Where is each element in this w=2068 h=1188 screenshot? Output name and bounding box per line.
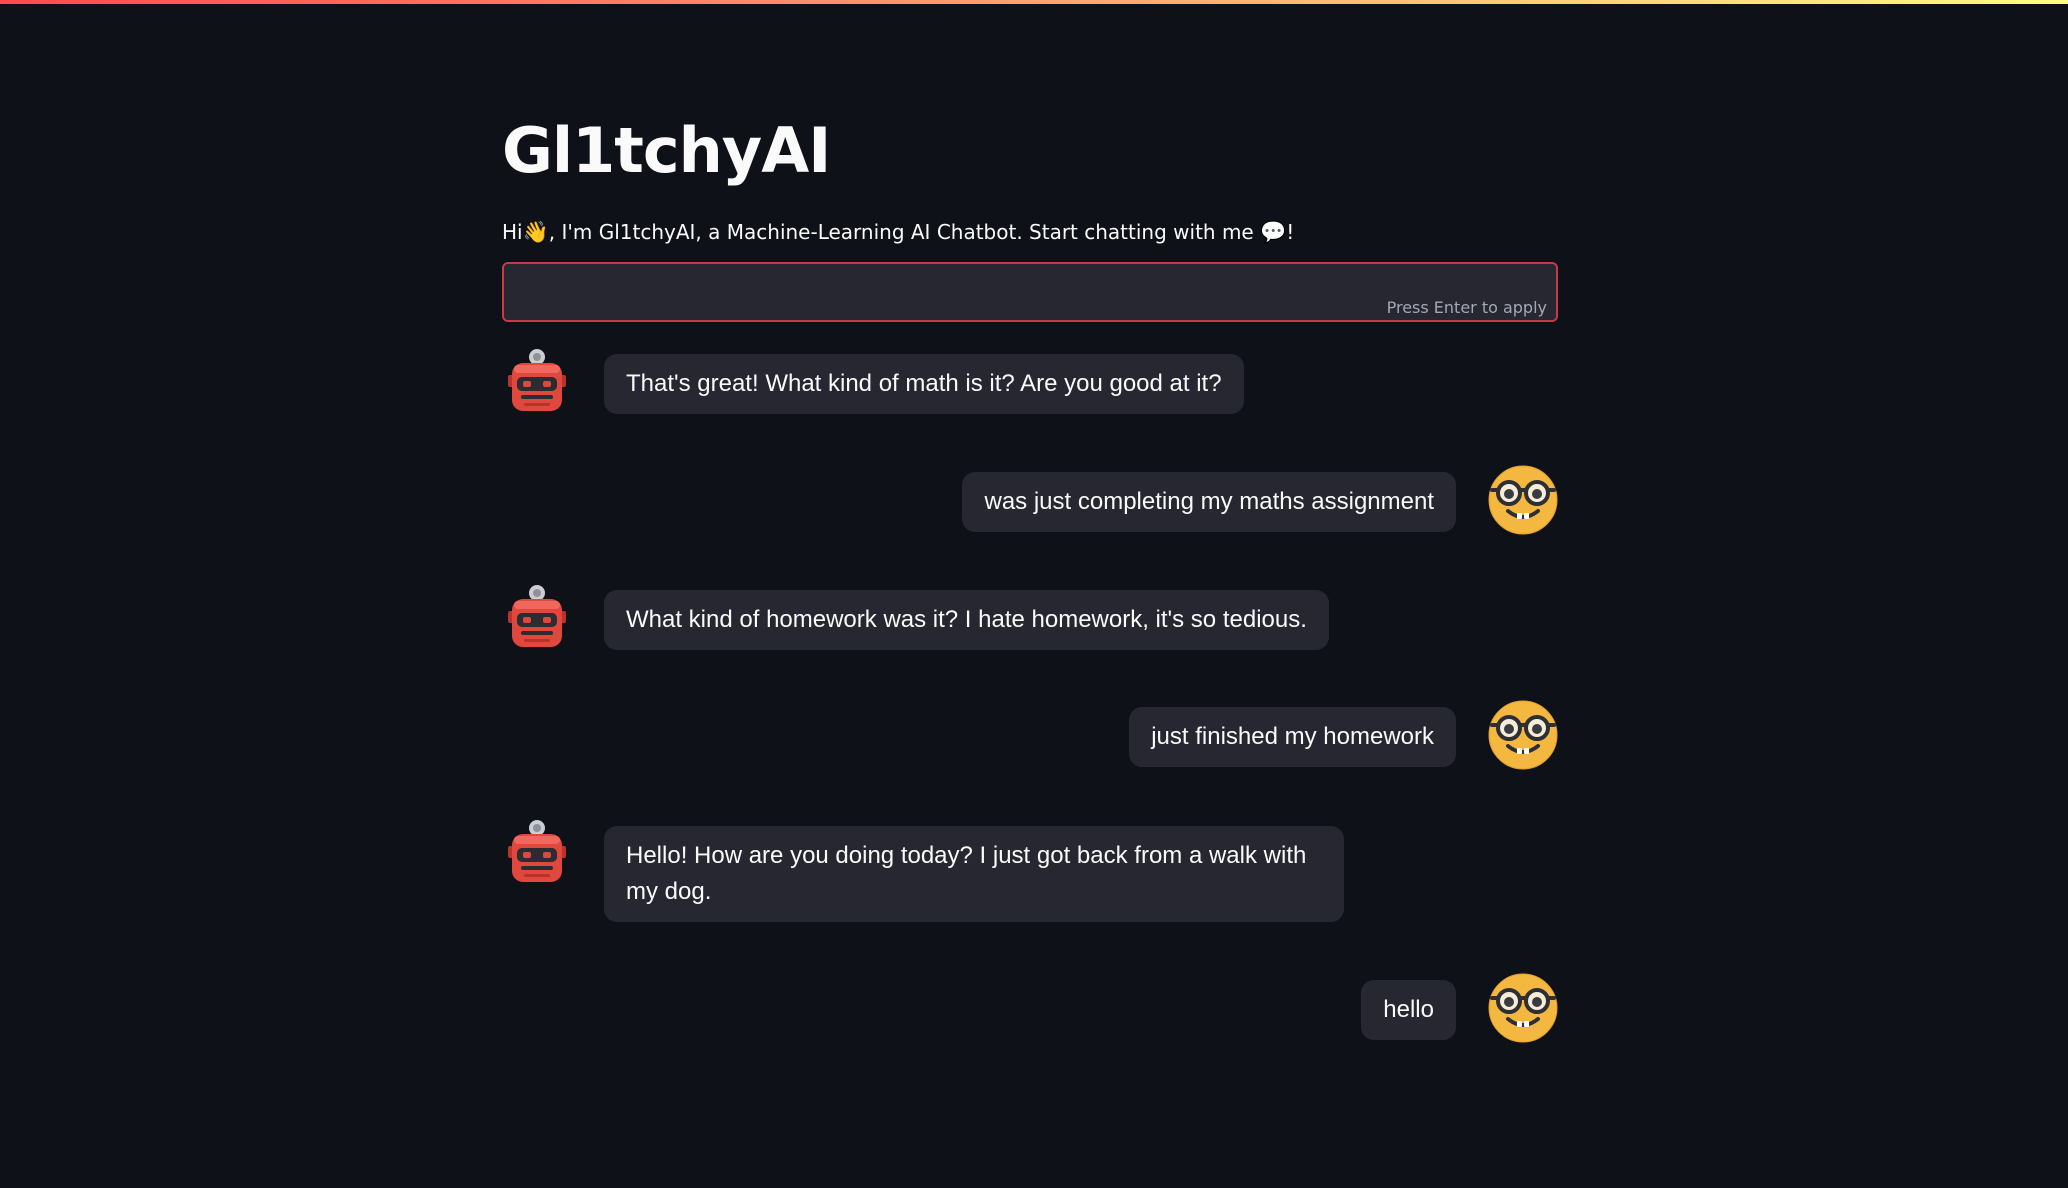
waving-hand-icon: 👋 [522,220,549,244]
page-subtitle: Hi👋, I'm Gl1tchyAI, a Machine-Learning A… [502,216,1294,248]
subtitle-suffix: ! [1286,220,1295,244]
subtitle-text: , I'm Gl1tchyAI, a Machine-Learning AI C… [548,220,1261,244]
speech-bubble-icon: 💬 [1260,220,1287,244]
bot-message-bubble: That's great! What kind of math is it? A… [604,354,1244,414]
header-decoration-bar [0,0,2068,4]
subtitle-prefix: Hi [502,220,523,244]
page-title: Gl1tchyAI [502,114,831,187]
nerd-face-icon [1488,700,1558,770]
user-message-bubble: was just completing my maths assignment [962,472,1456,532]
user-message-bubble: just finished my homework [1129,707,1456,767]
nerd-face-icon [1488,465,1558,535]
bot-message-bubble: What kind of homework was it? I hate hom… [604,590,1329,650]
nerd-face-icon [1488,973,1558,1043]
user-message-bubble: hello [1361,980,1456,1040]
chat-input-container: Press Enter to apply [502,262,1558,322]
bot-message-bubble: Hello! How are you doing today? I just g… [604,826,1344,922]
robot-icon [502,818,572,888]
input-hint: Press Enter to apply [1386,298,1547,317]
robot-icon [502,347,572,417]
robot-icon [502,583,572,653]
chat-input[interactable] [516,272,1420,312]
